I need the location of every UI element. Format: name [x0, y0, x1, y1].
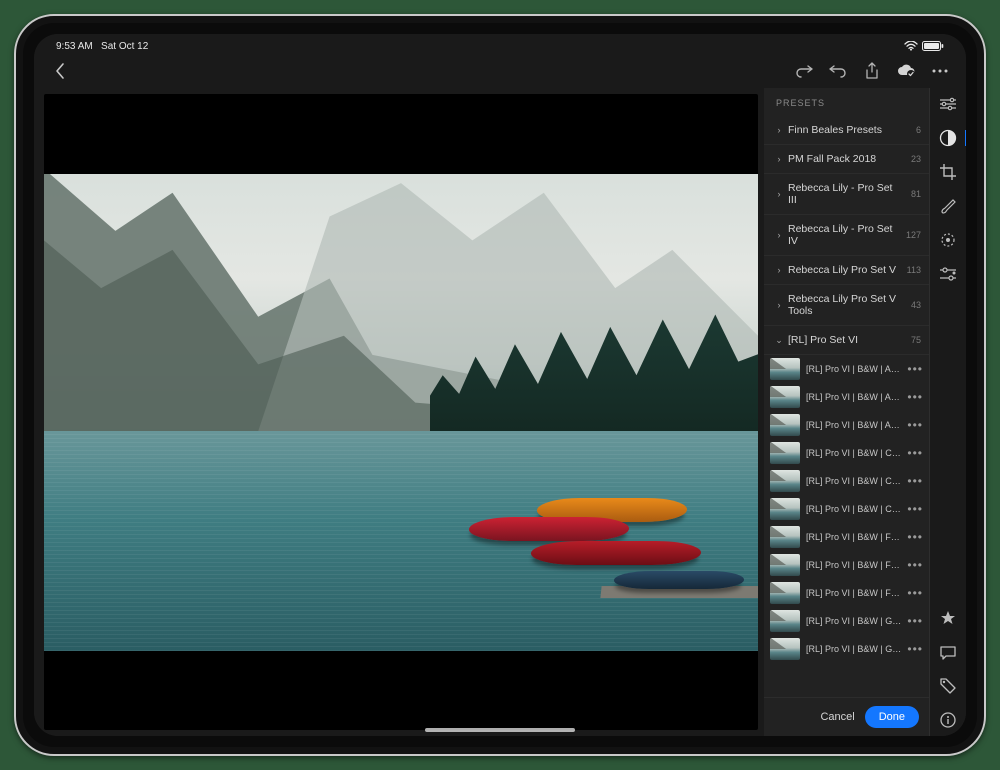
preset-thumbnail — [770, 554, 800, 576]
ipad-screen: 9:53 AM Sat Oct 12 — [34, 34, 966, 736]
brush-icon[interactable] — [938, 196, 958, 216]
preset-group[interactable]: ›PM Fall Pack 201823 — [764, 145, 929, 174]
info-icon[interactable] — [938, 710, 958, 730]
preset-label: [RL] Pro VI | B&W | Casabl... — [806, 448, 901, 458]
status-time: 9:53 AM — [56, 41, 93, 52]
preset-group-label: [RL] Pro Set VI — [786, 334, 903, 346]
photo-canvas[interactable] — [44, 94, 758, 730]
undo-icon[interactable] — [826, 59, 850, 83]
chevron-right-icon: › — [772, 125, 786, 135]
radial-icon[interactable] — [938, 230, 958, 250]
preset-group-count: 127 — [903, 230, 921, 240]
preset-label: [RL] Pro VI | B&W | Fog I — [806, 532, 901, 542]
chevron-right-icon: › — [772, 300, 786, 310]
more-icon[interactable] — [928, 59, 952, 83]
wifi-icon — [904, 41, 918, 51]
preset-item[interactable]: [RL] Pro VI | B&W | Casabl...••• — [764, 439, 929, 467]
preset-group-label: PM Fall Pack 2018 — [786, 153, 903, 165]
preset-group-count: 113 — [903, 265, 921, 275]
tool-rail — [930, 88, 966, 736]
photo-image — [44, 174, 758, 651]
preset-group[interactable]: ›Finn Beales Presets6 — [764, 116, 929, 145]
share-icon[interactable] — [860, 59, 884, 83]
redo-icon[interactable] — [792, 59, 816, 83]
preset-item[interactable]: [RL] Pro VI | B&W | Fog I••• — [764, 523, 929, 551]
crop-icon[interactable] — [938, 162, 958, 182]
sliders-icon[interactable] — [938, 94, 958, 114]
preset-thumbnail — [770, 442, 800, 464]
preset-label: [RL] Pro VI | B&W | Arctic II — [806, 392, 901, 402]
preset-thumbnail — [770, 498, 800, 520]
cancel-button[interactable]: Cancel — [820, 711, 854, 723]
chevron-right-icon: › — [772, 189, 786, 199]
preset-label: [RL] Pro VI | B&W | Arctic II — [806, 420, 901, 430]
preset-label: [RL] Pro VI | B&W | Casabl... — [806, 476, 901, 486]
preset-group-count: 6 — [903, 125, 921, 135]
preset-group-label: Rebecca Lily - Pro Set IV — [786, 223, 903, 247]
chevron-right-icon: › — [772, 154, 786, 164]
chevron-down-icon: ⌄ — [772, 335, 786, 346]
preset-items: [RL] Pro VI | B&W | Arctic I•••[RL] Pro … — [764, 355, 929, 697]
preset-thumbnail — [770, 610, 800, 632]
preset-group-label: Finn Beales Presets — [786, 124, 903, 136]
status-left: 9:53 AM Sat Oct 12 — [56, 41, 148, 52]
preset-thumbnail — [770, 414, 800, 436]
preset-group[interactable]: ›Rebecca Lily Pro Set V Tools43 — [764, 285, 929, 326]
preset-item[interactable]: [RL] Pro VI | B&W | Fog III••• — [764, 579, 929, 607]
back-button[interactable] — [48, 59, 72, 83]
chevron-right-icon: › — [772, 230, 786, 240]
selective-icon[interactable] — [938, 264, 958, 284]
done-button[interactable]: Done — [865, 706, 919, 728]
preset-item[interactable]: [RL] Pro VI | B&W | Casabl...••• — [764, 467, 929, 495]
preset-item[interactable]: [RL] Pro VI | B&W | Arctic II••• — [764, 383, 929, 411]
preset-item[interactable]: [RL] Pro VI | B&W | Arctic II••• — [764, 411, 929, 439]
preset-group-count: 23 — [903, 154, 921, 164]
preset-thumbnail — [770, 526, 800, 548]
presets-icon[interactable] — [938, 128, 958, 148]
battery-icon — [922, 41, 944, 51]
preset-label: [RL] Pro VI | B&W | Arctic I — [806, 364, 901, 374]
preset-group-label: Rebecca Lily - Pro Set III — [786, 182, 903, 206]
preset-group-label: Rebecca Lily Pro Set V — [786, 264, 903, 276]
presets-panel: PRESETS ›Finn Beales Presets6›PM Fall Pa… — [764, 88, 930, 736]
preset-item[interactable]: [RL] Pro VI | B&W | Fog II••• — [764, 551, 929, 579]
preset-group-count: 81 — [903, 189, 921, 199]
preset-group[interactable]: ›Rebecca Lily Pro Set V113 — [764, 256, 929, 285]
cloud-sync-icon[interactable] — [894, 59, 918, 83]
status-date: Sat Oct 12 — [101, 41, 148, 52]
status-bar: 9:53 AM Sat Oct 12 — [34, 34, 966, 54]
preset-groups: ›Finn Beales Presets6›PM Fall Pack 20182… — [764, 116, 929, 355]
preset-label: [RL] Pro VI | B&W | Glacier II — [806, 644, 901, 654]
tag-icon[interactable] — [938, 676, 958, 696]
preset-item[interactable]: [RL] Pro VI | B&W | Casabl...••• — [764, 495, 929, 523]
preset-thumbnail — [770, 358, 800, 380]
presets-footer: Cancel Done — [764, 697, 929, 736]
ipad-frame: 9:53 AM Sat Oct 12 — [14, 14, 986, 756]
home-indicator[interactable] — [425, 728, 575, 732]
preset-label: [RL] Pro VI | B&W | Fog III — [806, 588, 901, 598]
preset-thumbnail — [770, 386, 800, 408]
preset-group-count: 43 — [903, 300, 921, 310]
preset-group[interactable]: ⌄[RL] Pro Set VI75 — [764, 326, 929, 355]
preset-thumbnail — [770, 470, 800, 492]
preset-label: [RL] Pro VI | B&W | Casabl... — [806, 504, 901, 514]
preset-item[interactable]: [RL] Pro VI | B&W | Arctic I••• — [764, 355, 929, 383]
preset-group[interactable]: ›Rebecca Lily - Pro Set III81 — [764, 174, 929, 215]
preset-item[interactable]: [RL] Pro VI | B&W | Glacier II••• — [764, 635, 929, 663]
preset-thumbnail — [770, 582, 800, 604]
preset-label: [RL] Pro VI | B&W | Fog II — [806, 560, 901, 570]
preset-label: [RL] Pro VI | B&W | Glacier I — [806, 616, 901, 626]
preset-thumbnail — [770, 638, 800, 660]
chevron-right-icon: › — [772, 265, 786, 275]
star-icon[interactable] — [938, 608, 958, 628]
chat-icon[interactable] — [938, 642, 958, 662]
app-body: PRESETS ›Finn Beales Presets6›PM Fall Pa… — [34, 88, 966, 736]
preset-item[interactable]: [RL] Pro VI | B&W | Glacier I••• — [764, 607, 929, 635]
presets-header: PRESETS — [764, 88, 929, 116]
preset-group-count: 75 — [903, 335, 921, 345]
preset-group[interactable]: ›Rebecca Lily - Pro Set IV127 — [764, 215, 929, 256]
app-topbar — [34, 54, 966, 88]
preset-group-label: Rebecca Lily Pro Set V Tools — [786, 293, 903, 317]
status-right — [904, 41, 944, 51]
